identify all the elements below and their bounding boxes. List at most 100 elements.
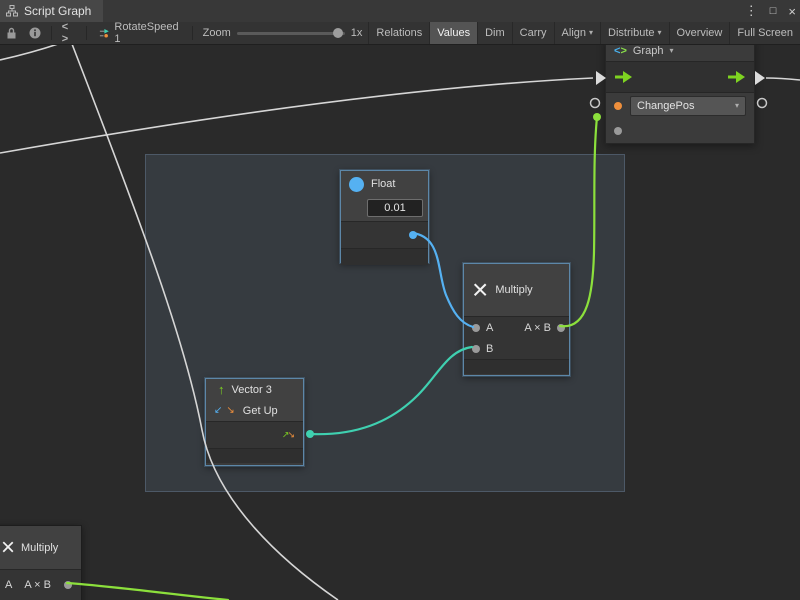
multiply-partial-output-port[interactable]: [64, 581, 72, 589]
flow-in-arrow-icon[interactable]: [614, 70, 633, 84]
window-titlebar: Script Graph ⋮ □ ×: [0, 0, 800, 23]
node-title: Float: [371, 178, 395, 190]
graph-panel-title: Graph: [633, 45, 664, 57]
button-label: Relations: [376, 27, 422, 39]
port-label-b: B: [486, 343, 493, 355]
graph-extra-port[interactable]: [614, 127, 622, 135]
zoom-slider-handle[interactable]: [333, 28, 343, 38]
carry-button[interactable]: Carry: [512, 22, 554, 44]
toolbar-separator: [51, 26, 52, 40]
multiply-output-port[interactable]: [557, 324, 565, 332]
button-label: Carry: [520, 27, 547, 39]
changepos-input-port[interactable]: [614, 102, 622, 110]
close-icon[interactable]: ×: [788, 4, 796, 19]
float-value-field[interactable]: 0.01: [367, 199, 423, 217]
node-multiply-partial[interactable]: × Multiply A A × B: [0, 525, 82, 600]
node-multiply[interactable]: × Multiply A A × B B: [463, 263, 570, 376]
code-icon: <>: [614, 45, 627, 57]
diagonal-arrow-icon: ↙: [214, 406, 222, 416]
window-menu-icon[interactable]: ⋮: [745, 3, 758, 19]
graph-output-triangle-icon: [755, 71, 765, 85]
graph-node-panel[interactable]: <> Graph ▾ ChangePos ▾: [605, 40, 755, 144]
code-view-button[interactable]: < >: [56, 22, 82, 44]
changepos-dropdown[interactable]: ChangePos ▾: [630, 96, 746, 116]
node-footer: [341, 248, 428, 265]
graph-name-label: RotateSpeed 1: [114, 21, 180, 45]
button-label: Values: [437, 27, 470, 39]
wire-multiply-partial-output[interactable]: [67, 583, 228, 600]
button-label: Distribute: [608, 27, 654, 39]
caret-down-icon: ▾: [589, 29, 593, 37]
script-graph-icon: [6, 5, 18, 17]
changepos-label: ChangePos: [637, 100, 731, 112]
up-arrow-icon: ↑: [218, 383, 225, 396]
full-screen-button[interactable]: Full Screen: [729, 22, 800, 44]
script-graph-mini-icon: [99, 28, 110, 39]
diagonal-arrow-icon: ↘: [226, 406, 234, 416]
maximize-icon[interactable]: □: [770, 5, 777, 17]
distribute-button[interactable]: Distribute ▾: [600, 22, 668, 44]
graph-reference-button[interactable]: RotateSpeed 1: [91, 21, 188, 45]
multiply-input-b-port[interactable]: [472, 345, 480, 353]
graph-canvas[interactable]: Float 0.01 × Multiply A A × B: [0, 0, 800, 600]
button-label: Overview: [677, 27, 723, 39]
port-label-a: A: [486, 322, 493, 334]
node-title: Vector 3: [232, 384, 272, 396]
graph-toolbar: < > RotateSpeed 1 Zoom 1x Relations Valu…: [0, 22, 800, 45]
button-label: Dim: [485, 27, 505, 39]
zoom-value: 1x: [351, 27, 363, 39]
node-vector3-header[interactable]: ↑ Vector 3: [206, 379, 303, 400]
zoom-control: Zoom 1x: [197, 27, 369, 39]
button-label: Align: [562, 27, 586, 39]
unity-script-graph-window: Float 0.01 × Multiply A A × B: [0, 0, 800, 600]
port-label-output: A × B: [524, 322, 551, 334]
overview-button[interactable]: Overview: [669, 22, 730, 44]
wire-white-graph-output[interactable]: [766, 78, 800, 80]
multiply-icon: ×: [1, 536, 15, 560]
multiply-input-a-port[interactable]: [472, 324, 480, 332]
node-float[interactable]: Float 0.01: [340, 170, 429, 263]
node-multiply-header[interactable]: × Multiply: [464, 264, 569, 316]
caret-down-icon: ▾: [658, 29, 662, 37]
node-float-header[interactable]: Float: [341, 171, 428, 197]
graph-left-circle-port[interactable]: [591, 99, 600, 108]
zoom-label: Zoom: [203, 27, 231, 39]
dim-button[interactable]: Dim: [477, 22, 512, 44]
info-button[interactable]: [23, 22, 47, 44]
node-footer: [464, 359, 569, 374]
vector3-output-port[interactable]: ↗ ↘: [282, 431, 295, 440]
window-title: Script Graph: [24, 4, 91, 18]
lock-button[interactable]: [0, 22, 23, 44]
toolbar-separator: [192, 26, 193, 40]
multiply-icon: ×: [472, 276, 488, 304]
button-label: Full Screen: [737, 27, 793, 39]
wire-white-to-graph-input[interactable]: [0, 78, 593, 153]
toolbar-separator: [86, 26, 87, 40]
caret-down-icon: ▾: [669, 47, 673, 55]
down-arrow-icon: ↘: [287, 431, 295, 440]
zoom-slider[interactable]: [237, 32, 345, 35]
node-title: Multiply: [21, 542, 58, 554]
tab-script-graph[interactable]: Script Graph: [0, 0, 103, 22]
float-output-port[interactable]: [409, 231, 417, 239]
float-field-row: 0.01: [341, 197, 428, 221]
graph-right-circle-port[interactable]: [758, 99, 767, 108]
port-label-a: A: [5, 579, 12, 591]
port-label-output: A × B: [24, 579, 51, 591]
node-subtitle: Get Up: [243, 405, 278, 417]
flow-out-arrow-icon[interactable]: [727, 70, 746, 84]
caret-down-icon: ▾: [735, 102, 739, 110]
align-button[interactable]: Align ▾: [554, 22, 600, 44]
relations-button[interactable]: Relations: [368, 22, 429, 44]
node-footer: [206, 448, 303, 463]
float-icon: [349, 177, 364, 192]
node-vector3-subheader: ↙ ↘ Get Up: [206, 400, 303, 421]
node-multiply-partial-header[interactable]: × Multiply: [0, 526, 81, 569]
changepos-wire-endpoint[interactable]: [593, 113, 601, 121]
node-title: Multiply: [495, 284, 532, 296]
wire-white-top-left[interactable]: [0, 44, 58, 60]
info-icon: [29, 27, 41, 39]
values-button[interactable]: Values: [429, 22, 477, 44]
graph-flow-row: [606, 61, 754, 93]
node-vector3-get-up[interactable]: ↑ Vector 3 ↙ ↘ Get Up ↗ ↘: [205, 378, 304, 466]
